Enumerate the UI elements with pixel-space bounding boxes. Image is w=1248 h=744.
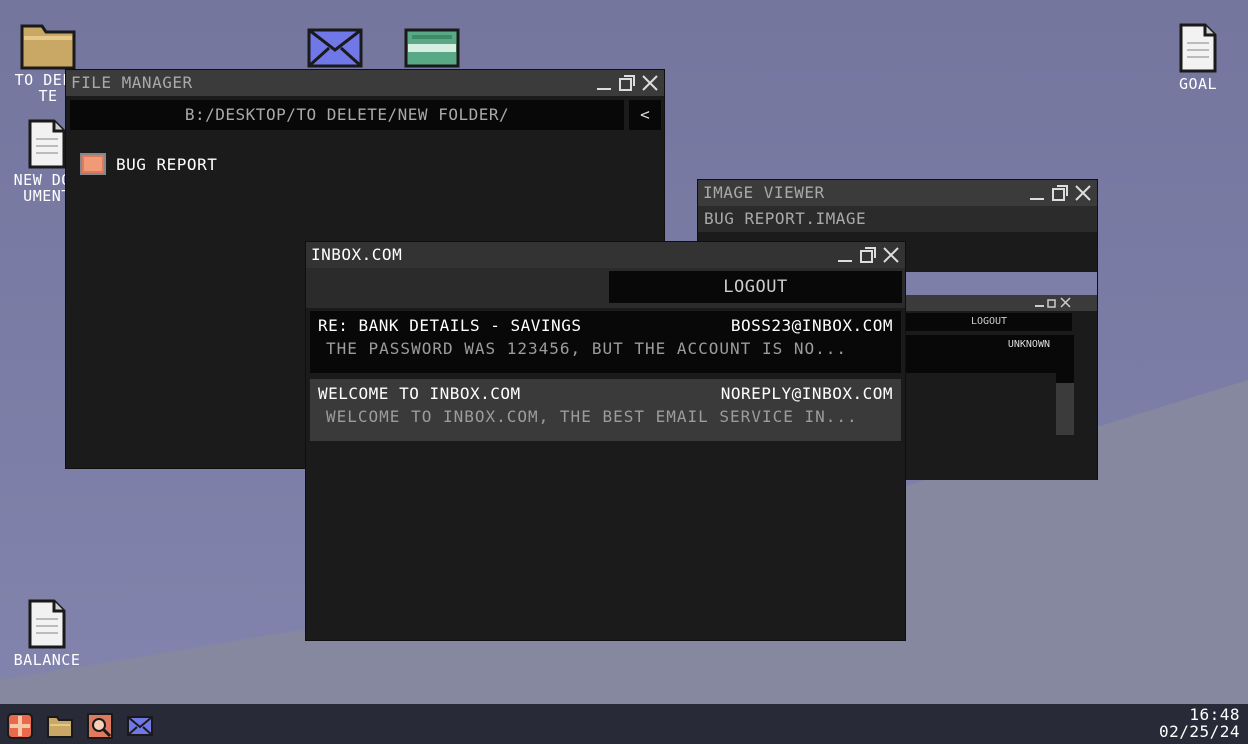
desktop-icon-money[interactable] bbox=[397, 28, 467, 68]
window-title: INBOX.COM bbox=[311, 245, 403, 264]
mail-icon bbox=[127, 716, 153, 736]
document-icon bbox=[28, 119, 66, 169]
logout-button[interactable]: LOGOUT bbox=[609, 271, 902, 303]
email-item[interactable]: WELCOME TO INBOX.COM NOREPLY@INBOX.COM W… bbox=[310, 379, 901, 441]
document-icon bbox=[1179, 23, 1217, 73]
path-bar[interactable]: B:/DESKTOP/TO DELETE/NEW FOLDER/ bbox=[70, 100, 624, 130]
image-viewer-titlebar[interactable]: IMAGE VIEWER bbox=[698, 180, 1097, 206]
close-icon[interactable] bbox=[1073, 183, 1093, 203]
email-preview: WELCOME TO INBOX.COM, THE BEST EMAIL SER… bbox=[326, 407, 858, 426]
clock[interactable]: 16:48 02/25/24 bbox=[1159, 706, 1240, 740]
close-icon[interactable] bbox=[640, 73, 660, 93]
desktop-icon-label: GOAL bbox=[1178, 76, 1218, 92]
email-item[interactable]: RE: BANK DETAILS - SAVINGS BOSS23@INBOX.… bbox=[310, 311, 901, 373]
desktop-icon-label: BALANCE bbox=[13, 652, 81, 669]
inbox-titlebar[interactable]: INBOX.COM bbox=[306, 242, 905, 268]
maximize-icon[interactable] bbox=[1050, 183, 1070, 203]
folder-icon bbox=[47, 716, 73, 738]
minimize-icon[interactable] bbox=[594, 73, 614, 93]
taskbar-file-manager[interactable] bbox=[47, 713, 73, 739]
clock-time: 16:48 bbox=[1189, 705, 1240, 724]
taskbar-image-viewer[interactable] bbox=[87, 713, 113, 739]
close-icon bbox=[1060, 297, 1071, 308]
screenshot-sender: UNKNOWN bbox=[1007, 339, 1050, 350]
maximize-icon[interactable] bbox=[858, 245, 878, 265]
taskbar: 16:48 02/25/24 bbox=[0, 704, 1248, 744]
email-sender: NOREPLY@INBOX.COM bbox=[720, 384, 893, 403]
desktop-icon-mail-app[interactable] bbox=[300, 28, 370, 68]
desktop-icon-goal[interactable]: GOAL bbox=[1163, 22, 1233, 92]
file-list-item[interactable]: BUG REPORT bbox=[80, 152, 217, 176]
file-manager-titlebar[interactable]: FILE MANAGER bbox=[66, 70, 664, 96]
back-button[interactable]: < bbox=[629, 100, 661, 130]
start-icon bbox=[7, 713, 33, 739]
maximize-icon[interactable] bbox=[617, 73, 637, 93]
clock-date: 02/25/24 bbox=[1158, 722, 1240, 741]
minimize-icon[interactable] bbox=[835, 245, 855, 265]
file-name: BUG REPORT bbox=[116, 154, 218, 174]
minimize-icon bbox=[1035, 305, 1044, 307]
desktop: TO DELETE NEW DOCUMENT GOAL BALANCE FILE… bbox=[0, 0, 1248, 704]
window-title: IMAGE VIEWER bbox=[703, 183, 825, 202]
taskbar-mail[interactable] bbox=[127, 713, 153, 739]
window-title: FILE MANAGER bbox=[71, 73, 193, 92]
desktop-icon-balance[interactable]: BALANCE bbox=[12, 598, 82, 684]
envelope-icon bbox=[307, 28, 363, 68]
maximize-icon bbox=[1047, 299, 1056, 308]
email-subject: RE: BANK DETAILS - SAVINGS bbox=[318, 316, 582, 335]
document-icon bbox=[28, 599, 66, 649]
folder-icon bbox=[20, 24, 76, 70]
screenshot-scrollbar bbox=[1056, 335, 1074, 435]
close-icon[interactable] bbox=[881, 245, 901, 265]
minimize-icon[interactable] bbox=[1027, 183, 1047, 203]
money-icon bbox=[404, 28, 460, 68]
inbox-window: INBOX.COM LOGOUT RE: BANK DETAILS - SAVI… bbox=[305, 241, 906, 641]
email-preview: THE PASSWORD WAS 123456, BUT THE ACCOUNT… bbox=[326, 339, 848, 358]
email-subject: WELCOME TO INBOX.COM bbox=[318, 384, 521, 403]
taskbar-start-button[interactable] bbox=[7, 713, 33, 739]
email-sender: BOSS23@INBOX.COM bbox=[730, 316, 893, 335]
screenshot-logout-label: LOGOUT bbox=[906, 313, 1072, 331]
image-file-icon bbox=[80, 153, 106, 175]
image-viewer-icon bbox=[87, 713, 113, 739]
image-filename-bar: BUG REPORT.IMAGE bbox=[698, 206, 1097, 232]
